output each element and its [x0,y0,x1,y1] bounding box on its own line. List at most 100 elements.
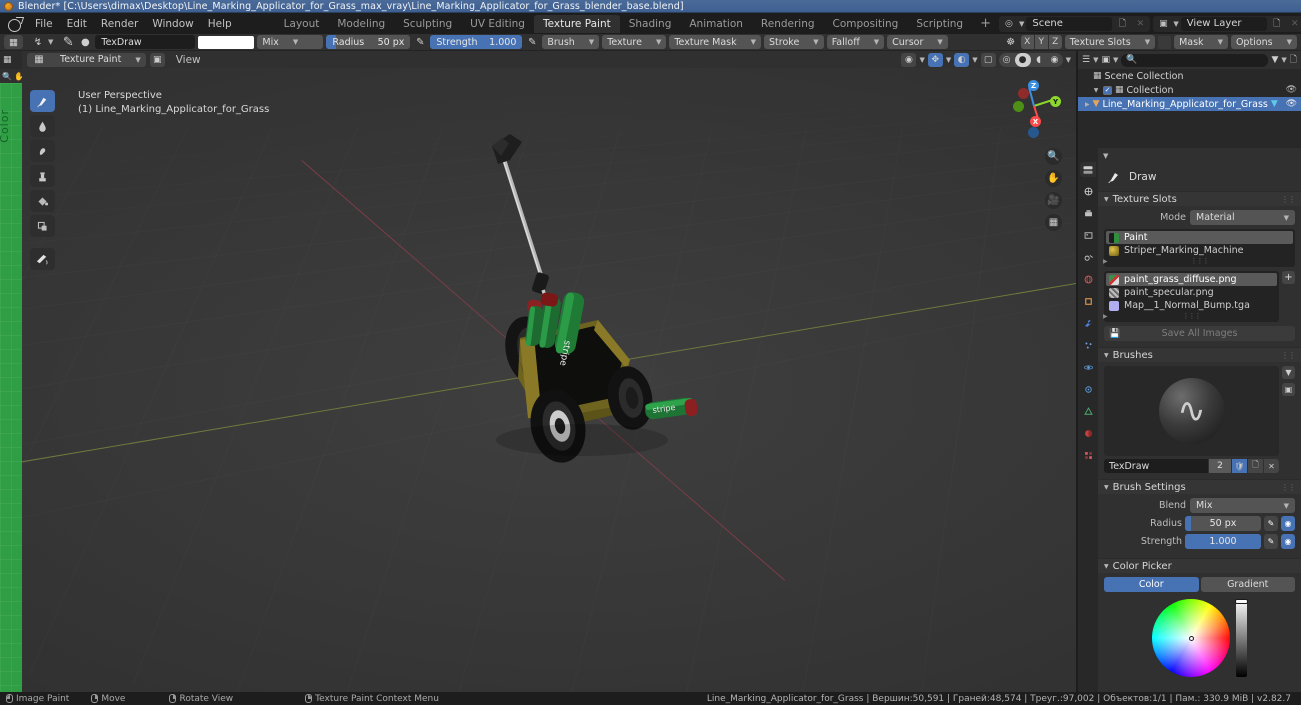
tool-tab[interactable] [1080,162,1096,177]
strength-pressure-icon[interactable]: ✎ [525,35,539,49]
tab-scripting[interactable]: Scripting [907,15,972,33]
viewport-nav-gizmo[interactable]: Z Y X [1002,74,1066,138]
new-copy-icon[interactable]: 🗋 [1114,17,1130,31]
value-slider-knob[interactable] [1235,599,1248,604]
unlink-x-icon[interactable]: ✕ [1264,459,1279,473]
outliner-row-object[interactable]: ▶ ▼ Line_Marking_Applicator_for_Grass ▼ … [1078,97,1301,111]
shading-wireframe-icon[interactable]: ◎ [999,53,1015,67]
mask-menu[interactable]: Mask ▼ [1174,35,1228,49]
unified-settings-icon-2[interactable]: ◉ [1281,534,1295,549]
texture-menu[interactable]: Texture ▼ [602,35,667,49]
material-slot-paint[interactable]: Paint [1106,231,1293,244]
ortho-persp-icon[interactable]: ▦ [1045,214,1062,231]
texture-tab[interactable] [1080,448,1096,463]
data-tab[interactable] [1080,404,1096,419]
add-workspace-button[interactable]: + [972,16,999,31]
chevron-down-icon[interactable]: ▼ [919,56,924,64]
hand-icon[interactable]: ✋ [14,72,22,81]
cursor-menu[interactable]: Cursor ▼ [887,35,948,49]
image-slot-specular[interactable]: paint_specular.png [1106,286,1277,299]
visibility-eye-icon[interactable]: 👁 [1286,85,1297,95]
radius-slider[interactable]: Radius 50 px [326,35,411,49]
brush-menu[interactable]: Brush ▼ [542,35,600,49]
plus-icon[interactable]: + [1282,271,1295,284]
brush-name-field[interactable]: TexDraw [95,35,196,49]
chevron-right-icon-2[interactable]: ▶ [1101,313,1108,320]
model-line-marking-applicator[interactable]: stripe stripe [22,68,1076,692]
mask-swatch-icon[interactable] [1158,35,1172,49]
menu-window[interactable]: Window [145,16,200,32]
physics-tab[interactable] [1080,360,1096,375]
chevron-down-icon[interactable]: ▼ [1282,366,1295,379]
menu-file[interactable]: File [28,16,60,32]
unified-settings-icon[interactable]: ◉ [1281,516,1295,531]
annotate-tool[interactable] [30,248,55,270]
brush-settings-panel-header[interactable]: ▼ Brush Settings ⋮⋮ [1098,479,1301,494]
new-view-layer-icon[interactable]: 🗋 [1269,17,1285,31]
zoom-icon[interactable]: 🔍 [1045,148,1062,165]
texture-slots-menu[interactable]: Texture Slots ▼ [1064,35,1156,49]
view-layer-selector[interactable]: ▣ ▼ View Layer 🗋 ✕ [1153,15,1301,32]
texture-mask-menu[interactable]: Texture Mask ▼ [669,35,762,49]
menu-help[interactable]: Help [201,16,239,32]
tab-modeling[interactable]: Modeling [328,15,394,33]
image-slot-diffuse[interactable]: paint_grass_diffuse.png [1106,273,1277,286]
brush-users-count[interactable]: 2 [1209,459,1231,473]
view-layer-tab[interactable] [1080,228,1096,243]
scene-name-field[interactable]: Scene [1026,16,1113,31]
disclosure-triangle-icon[interactable]: ▼ [1092,87,1100,94]
brush-icon[interactable]: ✎ [61,35,75,50]
world-tab[interactable] [1080,272,1096,287]
strength-slider[interactable]: 1.000 [1185,534,1261,549]
funnel-filter-icon[interactable]: ▼ [1271,55,1278,65]
symmetry-axis-y[interactable]: Y [1034,35,1048,49]
color-wheel-cursor[interactable] [1188,635,1194,641]
viewport-view-menu[interactable]: View [169,52,208,68]
outliner-display-mode-icon[interactable]: ☰ [1082,55,1090,65]
chevron-down-icon[interactable]: ▼ [1093,56,1098,64]
editor-type-icon[interactable]: ▣ [149,52,165,67]
blend-dropdown[interactable]: Mix ▼ [1190,498,1295,513]
mask-tool[interactable] [30,215,55,237]
constraints-tab[interactable] [1080,382,1096,397]
tab-texture-paint[interactable]: Texture Paint [533,14,620,33]
stroke-menu[interactable]: Stroke ▼ [764,35,824,49]
viewport-canvas[interactable]: stripe stripe User Perspective (1) Line_… [22,68,1076,692]
tool-preset-icon[interactable]: ↯ ▼ [26,35,58,49]
brush-color-swatch[interactable] [198,35,255,49]
shading-solid-icon[interactable]: ● [1014,52,1031,67]
outliner-search-input[interactable]: 🔍 [1121,53,1269,67]
remove-view-layer-icon[interactable]: ✕ [1287,17,1301,31]
tab-layout[interactable]: Layout [275,15,329,33]
camera-icon[interactable]: 🎥 [1045,192,1062,209]
tab-compositing[interactable]: Compositing [824,15,908,33]
tab-shading[interactable]: Shading [620,15,681,33]
tab-color[interactable]: Color [1104,577,1199,592]
chevron-right-icon[interactable]: ▶ [1101,258,1108,265]
remove-scene-icon[interactable]: ✕ [1132,17,1148,31]
pressure-pen-icon-2[interactable]: ✎ [1264,534,1278,549]
pressure-pen-icon[interactable]: ✎ [1264,516,1278,531]
object-types-visibility-icon[interactable]: ◉ [901,52,917,67]
tab-gradient[interactable]: Gradient [1200,577,1295,592]
xray-toggle-icon[interactable]: ▢ [980,52,996,67]
search-icon[interactable]: 🔍 [2,72,12,81]
outliner-row-collection[interactable]: ▼ ✓ ▦ Collection 👁 [1078,83,1301,97]
options-menu[interactable]: Options ▼ [1230,35,1297,49]
falloff-menu[interactable]: Falloff ▼ [826,35,885,49]
gizmo-icon[interactable]: ✥ [927,52,943,67]
save-all-images-button[interactable]: 💾 Save All Images [1104,326,1295,341]
modifier-tab[interactable] [1080,316,1096,331]
object-tab[interactable] [1080,294,1096,309]
gizmo-axis-z[interactable]: Z [1028,80,1039,91]
brush-preview[interactable]: ∿ ▼ ▣ [1104,366,1295,456]
blender-icon[interactable] [7,17,23,32]
texture-paint-mode-icon[interactable]: ▦ [4,35,23,49]
output-tab[interactable] [1080,206,1096,221]
gizmo-axis-neg-z[interactable] [1028,127,1039,138]
blend-mode-dropdown[interactable]: Mix ▼ [257,35,324,49]
menu-edit[interactable]: Edit [60,16,94,32]
image-list-grip[interactable]: ▶ ⋮⋮⋮ [1103,312,1277,320]
symmetry-axis-x[interactable]: X [1020,35,1034,49]
shading-material-preview-icon[interactable]: ◖ [1031,53,1047,67]
